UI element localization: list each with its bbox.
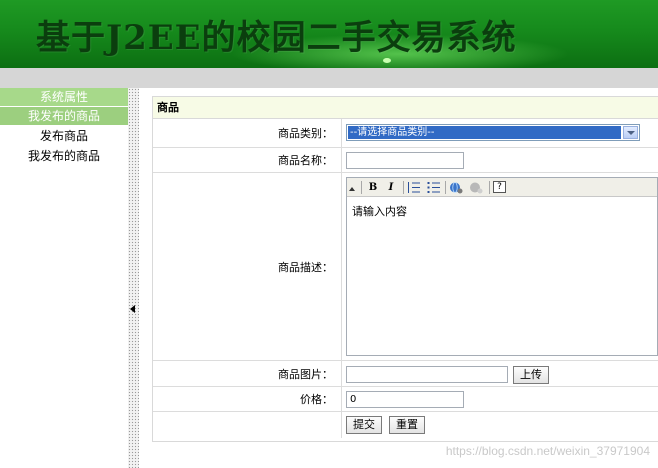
category-selected-value: --请选择商品类别-- [348,126,621,139]
editor-content[interactable]: 请输入内容 [347,197,657,225]
site-title: 基于J2EE的校园二手交易系统 [36,18,517,58]
description-editor[interactable]: B I ? 请输入内容 [346,177,658,356]
collapse-arrow-icon[interactable] [130,305,135,313]
goods-form-panel: 商品 商品类别： --请选择商品类别-- 商品名称： 商品描述： B I ? 请… [152,96,658,442]
form-row-actions: 提交 重置 [153,412,658,438]
toolbar-separator [361,181,362,194]
category-label: 商品类别： [153,119,342,147]
editor-toolbar: B I ? [347,178,657,197]
name-input[interactable] [346,152,464,169]
italic-icon[interactable]: I [385,181,397,194]
upload-button[interactable]: 上传 [513,366,549,384]
form-row-price: 价格： 0 [153,387,658,412]
image-path-input[interactable] [346,366,508,383]
form-row-category: 商品类别： --请选择商品类别-- [153,119,658,148]
page: 基于J2EE的校园二手交易系统 系统属性 我发布的商品 发布商品 我发布的商品 … [0,0,658,468]
sidebar-section-my-goods[interactable]: 我发布的商品 [0,107,128,126]
unlink-icon[interactable] [469,181,483,194]
unordered-list-icon[interactable] [427,181,441,194]
form-row-image: 商品图片： 上传 [153,361,658,387]
toolbar-collapse-icon[interactable] [349,187,355,191]
link-icon[interactable] [449,181,463,194]
sidebar: 系统属性 我发布的商品 发布商品 我发布的商品 [0,88,128,468]
toolbar-separator [445,181,446,194]
sidebar-item-my-goods[interactable]: 我发布的商品 [0,146,128,166]
bold-icon[interactable]: B [367,181,379,194]
sidebar-item-publish[interactable]: 发布商品 [0,126,128,146]
toolbar-separator [403,181,404,194]
price-label: 价格： [153,387,342,411]
help-icon[interactable]: ? [493,181,506,193]
header-divider-bar [0,68,658,88]
ordered-list-icon[interactable] [407,181,421,194]
form-row-name: 商品名称： [153,148,658,173]
sidebar-section-system[interactable]: 系统属性 [0,88,128,107]
toolbar-separator [489,181,490,194]
panel-title: 商品 [153,97,658,119]
price-input[interactable]: 0 [346,391,464,408]
form-row-description: 商品描述： B I ? 请输入内容 [153,173,658,361]
header-banner: 基于J2EE的校园二手交易系统 [0,0,658,68]
chevron-down-icon[interactable] [623,126,638,139]
reset-button[interactable]: 重置 [389,416,425,434]
sidebar-splitter[interactable] [128,88,139,468]
name-label: 商品名称： [153,148,342,172]
submit-button[interactable]: 提交 [346,416,382,434]
watermark: https://blog.csdn.net/weixin_37971904 [445,444,650,458]
description-label: 商品描述： [153,173,342,360]
image-label: 商品图片： [153,361,342,386]
actions-label-cell [153,412,342,438]
category-select[interactable]: --请选择商品类别-- [346,124,640,141]
